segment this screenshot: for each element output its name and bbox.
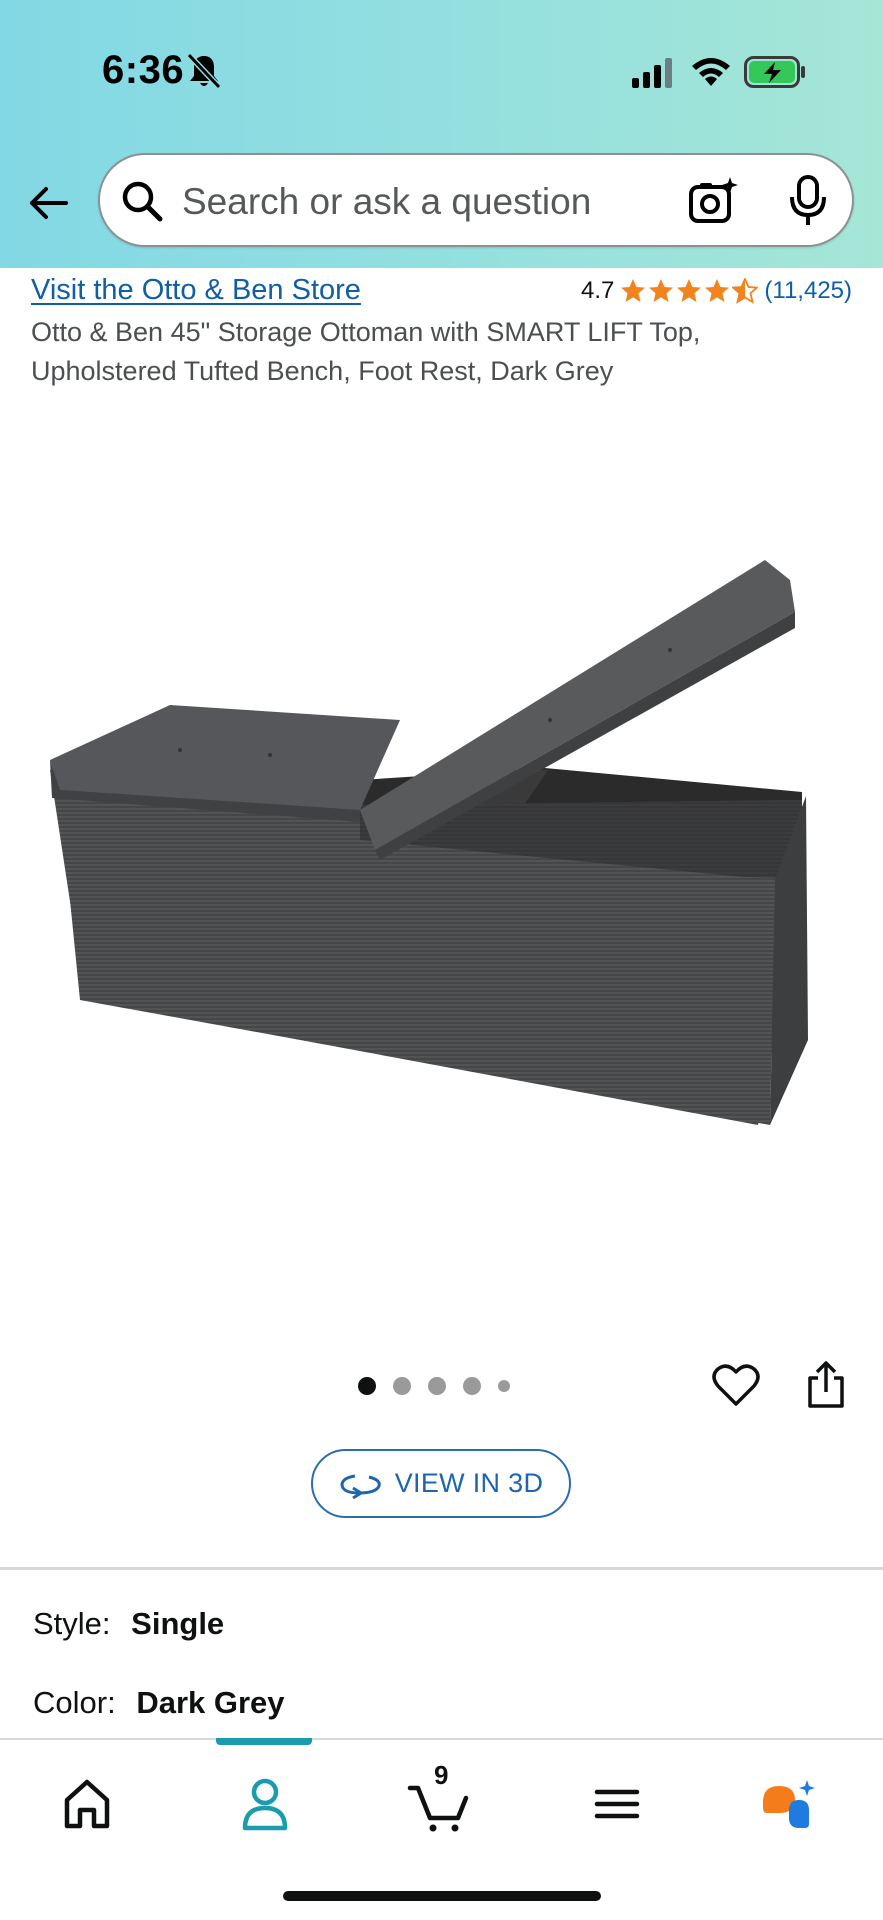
style-value: Single — [131, 1606, 225, 1641]
nav-rufus[interactable] — [753, 1766, 833, 1836]
color-option[interactable]: Color: Dark Grey — [33, 1685, 285, 1721]
rating-stars — [620, 278, 759, 304]
search-input[interactable] — [180, 173, 624, 231]
home-icon — [64, 1779, 110, 1829]
heart-icon[interactable] — [712, 1362, 760, 1408]
carousel-dot[interactable] — [428, 1377, 446, 1395]
nav-menu[interactable] — [577, 1766, 657, 1836]
share-icon[interactable] — [804, 1360, 848, 1410]
product-rating[interactable]: 4.7 (11,425) — [581, 274, 852, 308]
image-carousel-dots[interactable] — [358, 1376, 510, 1396]
app-header: 6:36 — [0, 0, 883, 268]
cart-count-badge: 9 — [434, 1760, 449, 1790]
star-full-icon — [677, 279, 702, 302]
person-icon — [242, 1778, 288, 1831]
section-divider — [0, 1567, 883, 1570]
nav-home[interactable] — [47, 1766, 127, 1836]
cellular-signal-icon — [632, 58, 672, 88]
star-full-icon — [621, 279, 646, 302]
carousel-dot[interactable] — [463, 1377, 481, 1395]
rotate-3d-icon — [340, 1474, 381, 1499]
rating-count[interactable]: (11,425) — [764, 277, 852, 305]
home-indicator — [283, 1891, 601, 1901]
back-arrow-icon[interactable] — [26, 180, 72, 226]
color-label: Color: — [33, 1685, 116, 1720]
carousel-dot-active[interactable] — [358, 1377, 376, 1395]
nav-account[interactable] — [225, 1766, 305, 1836]
rating-value: 4.7 — [581, 277, 615, 304]
color-value: Dark Grey — [136, 1685, 285, 1720]
product-image[interactable] — [30, 540, 850, 1160]
style-option[interactable]: Style: Single — [33, 1606, 224, 1642]
product-title: Otto & Ben 45" Storage Ottoman with SMAR… — [31, 317, 701, 386]
bell-muted-icon — [186, 52, 222, 90]
nav-cart[interactable]: 9 — [400, 1760, 480, 1836]
status-time: 6:36 — [102, 48, 185, 92]
menu-icon — [594, 1789, 640, 1819]
carousel-dot[interactable] — [498, 1380, 510, 1392]
status-bar: 6:36 — [0, 0, 883, 140]
star-half-icon — [732, 278, 759, 304]
wifi-icon — [692, 58, 730, 86]
nav-active-indicator — [216, 1738, 312, 1745]
view-in-3d-button[interactable]: VIEW IN 3D — [311, 1449, 571, 1518]
battery-charging-icon — [744, 56, 805, 88]
view-in-3d-label: VIEW IN 3D — [394, 1468, 544, 1498]
rufus-chat-icon — [763, 1780, 815, 1828]
search-bar[interactable] — [98, 153, 854, 247]
visit-store-link[interactable]: Visit the Otto & Ben Store — [31, 274, 361, 307]
star-full-icon — [705, 279, 730, 302]
search-icon — [122, 181, 163, 222]
carousel-dot[interactable] — [393, 1377, 411, 1395]
star-full-icon — [649, 279, 674, 302]
style-label: Style: — [33, 1606, 111, 1641]
camera-lens-icon[interactable] — [688, 177, 738, 225]
microphone-icon[interactable] — [788, 175, 828, 227]
